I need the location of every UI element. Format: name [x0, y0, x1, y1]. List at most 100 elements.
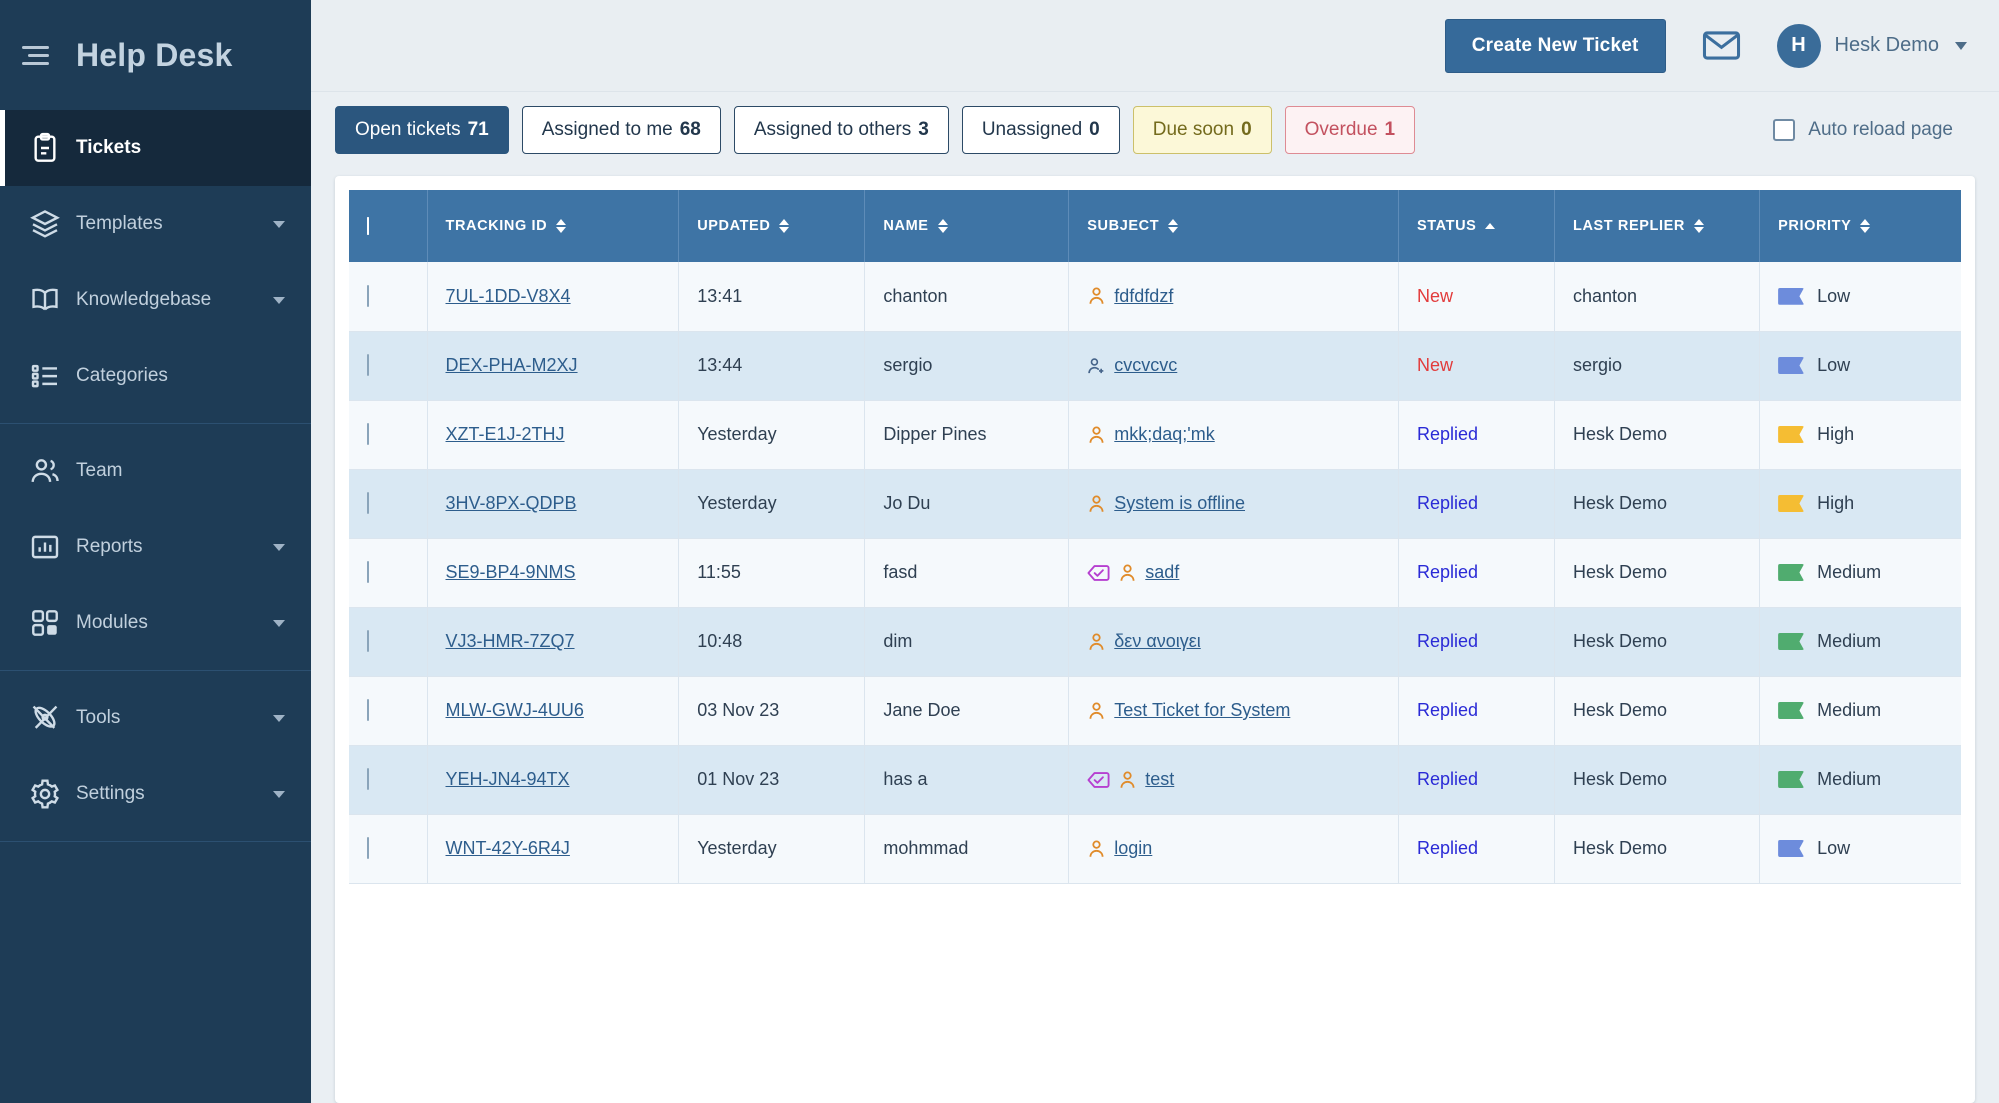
subject-link[interactable]: System is offline: [1114, 493, 1245, 514]
auto-reload-checkbox[interactable]: [1773, 119, 1796, 141]
subject-link[interactable]: login: [1114, 838, 1152, 859]
chevron-down-icon[interactable]: [273, 619, 285, 627]
sort-toggle-icon[interactable]: [1860, 219, 1871, 233]
person-icon: [1087, 286, 1106, 306]
priority-label: Medium: [1817, 631, 1882, 651]
subject-link[interactable]: mkk;daq;'mk: [1114, 424, 1214, 445]
priority-flag-icon: [1778, 771, 1805, 788]
chevron-down-icon[interactable]: [273, 220, 285, 228]
sidebar-item-templates[interactable]: Templates: [0, 186, 311, 262]
table-row[interactable]: 7UL-1DD-V8X4 13:41 chanton fdfdfdzf New chant…: [349, 262, 1961, 332]
column-header-updated[interactable]: UPDATED: [678, 190, 866, 262]
table-row[interactable]: 3HV-8PX-QDPB Yesterday Jo Du System is offl…: [349, 469, 1961, 539]
column-header-status[interactable]: STATUS: [1398, 190, 1556, 262]
subject-link[interactable]: test: [1145, 769, 1174, 790]
create-new-ticket-button[interactable]: Create New Ticket: [1444, 18, 1666, 73]
sort-toggle-icon[interactable]: [779, 219, 790, 233]
subject-link[interactable]: δεν ανοιγει: [1114, 631, 1200, 652]
status-cell: Replied: [1398, 745, 1556, 815]
table-row[interactable]: DEX-PHA-M2XJ 13:44 sergio cvcvcvc New sergio L…: [349, 331, 1961, 401]
chevron-down-icon[interactable]: [273, 543, 285, 551]
select-all-checkbox[interactable]: [367, 217, 369, 235]
sort-ascending-icon[interactable]: [1485, 223, 1496, 229]
priority-label: Low: [1817, 355, 1851, 375]
column-header-label: PRIORITY: [1778, 218, 1852, 234]
sidebar-item-reports[interactable]: Reports: [0, 509, 311, 585]
row-checkbox[interactable]: [367, 354, 369, 376]
envelope-icon[interactable]: [1700, 24, 1743, 67]
sort-toggle-icon[interactable]: [556, 219, 567, 233]
row-checkbox[interactable]: [367, 837, 369, 859]
auto-reload-label: Auto reload page: [1808, 119, 1953, 140]
person-icon: [1087, 494, 1106, 514]
filter-chip-label: Assigned to me: [541, 119, 673, 140]
row-checkbox[interactable]: [367, 284, 369, 307]
tracking-id-link[interactable]: WNT-42Y-6R4J: [446, 838, 570, 858]
name-cell: chanton: [864, 262, 1070, 332]
subject-link[interactable]: fdfdfdzf: [1114, 286, 1173, 307]
sort-toggle-icon[interactable]: [1168, 219, 1179, 233]
sidebar-item-modules[interactable]: Modules: [0, 585, 311, 661]
table-row[interactable]: XZT-E1J-2THJ Yesterday Dipper Pines mkk;daq…: [349, 400, 1961, 470]
sort-toggle-icon[interactable]: [1693, 219, 1704, 233]
tracking-id-cell: XZT-E1J-2THJ: [427, 400, 680, 470]
sort-toggle-icon[interactable]: [937, 219, 948, 233]
user-menu[interactable]: H Hesk Demo: [1776, 23, 1967, 68]
row-checkbox[interactable]: [367, 492, 369, 514]
sidebar-item-knowledgebase[interactable]: Knowledgebase: [0, 262, 311, 338]
subject-link[interactable]: cvcvcvc: [1114, 355, 1177, 376]
priority-cell: Low: [1759, 814, 1961, 884]
filter-chip-unassigned[interactable]: Unassigned 0: [961, 106, 1120, 154]
priority-label: Medium: [1817, 769, 1882, 789]
tracking-id-link[interactable]: YEH-JN4-94TX: [446, 769, 570, 789]
last-replier-cell: Hesk Demo: [1554, 469, 1761, 539]
subject-link[interactable]: Test Ticket for System: [1114, 700, 1290, 721]
filter-chip-assigned-to-others[interactable]: Assigned to others 3: [733, 106, 949, 154]
tracking-id-link[interactable]: 3HV-8PX-QDPB: [446, 493, 577, 513]
priority-label: Low: [1817, 285, 1851, 306]
chevron-down-icon[interactable]: [273, 714, 285, 722]
tracking-id-link[interactable]: 7UL-1DD-V8X4: [446, 286, 571, 306]
table-row[interactable]: VJ3-HMR-7ZQ7 10:48 dim δεν ανοιγει Replied He…: [349, 607, 1961, 677]
row-checkbox[interactable]: [367, 630, 369, 652]
filter-chip-open-tickets[interactable]: Open tickets 71: [335, 106, 509, 154]
auto-reload-toggle[interactable]: Auto reload page: [1773, 119, 1953, 141]
column-header-tracking[interactable]: TRACKING ID: [427, 190, 680, 262]
subject-cell: login: [1068, 814, 1399, 884]
sidebar-item-tools[interactable]: Tools: [0, 680, 311, 756]
row-checkbox[interactable]: [367, 699, 369, 721]
layers-icon: [14, 208, 76, 240]
column-header-label: LAST REPLIER: [1573, 218, 1685, 234]
column-header-name[interactable]: NAME: [864, 190, 1070, 262]
sidebar-item-settings[interactable]: Settings: [0, 756, 311, 832]
filter-chip-due-soon[interactable]: Due soon 0: [1132, 106, 1272, 154]
column-header-subject[interactable]: SUBJECT: [1068, 190, 1399, 262]
row-checkbox[interactable]: [367, 768, 369, 790]
chevron-down-icon[interactable]: [273, 296, 285, 304]
sidebar-item-tickets[interactable]: Tickets: [0, 110, 311, 186]
tracking-id-link[interactable]: VJ3-HMR-7ZQ7: [446, 631, 575, 651]
table-row[interactable]: WNT-42Y-6R4J Yesterday mohmmad login Replied…: [349, 814, 1961, 884]
tracking-id-link[interactable]: XZT-E1J-2THJ: [446, 424, 565, 444]
sidebar-item-categories[interactable]: Categories: [0, 338, 311, 414]
table-row[interactable]: YEH-JN4-94TX 01 Nov 23 has a test Replied Hes…: [349, 745, 1961, 815]
subject-link[interactable]: sadf: [1145, 562, 1179, 583]
row-select-cell: [349, 469, 428, 539]
row-checkbox[interactable]: [367, 423, 369, 445]
row-checkbox[interactable]: [367, 561, 369, 583]
hamburger-icon[interactable]: [22, 43, 52, 67]
table-row[interactable]: MLW-GWJ-4UU6 03 Nov 23 Jane Doe Test Ticket…: [349, 676, 1961, 746]
chevron-down-icon[interactable]: [273, 790, 285, 798]
table-row[interactable]: SE9-BP4-9NMS 11:55 fasd sadf Replied Hesk Dem…: [349, 538, 1961, 608]
column-header-replier[interactable]: LAST REPLIER: [1554, 190, 1761, 262]
filter-chip-overdue[interactable]: Overdue 1: [1284, 106, 1416, 154]
tracking-id-link[interactable]: MLW-GWJ-4UU6: [446, 700, 584, 720]
sidebar-item-label: Knowledgebase: [76, 289, 212, 310]
column-header-priority[interactable]: PRIORITY: [1759, 190, 1961, 262]
filter-chip-assigned-to-me[interactable]: Assigned to me 68: [521, 106, 721, 154]
last-replier-cell: Hesk Demo: [1554, 814, 1761, 884]
tracking-id-link[interactable]: SE9-BP4-9NMS: [446, 562, 576, 582]
sidebar-item-team[interactable]: Team: [0, 433, 311, 509]
avatar: H: [1776, 23, 1821, 68]
tracking-id-link[interactable]: DEX-PHA-M2XJ: [446, 355, 578, 375]
